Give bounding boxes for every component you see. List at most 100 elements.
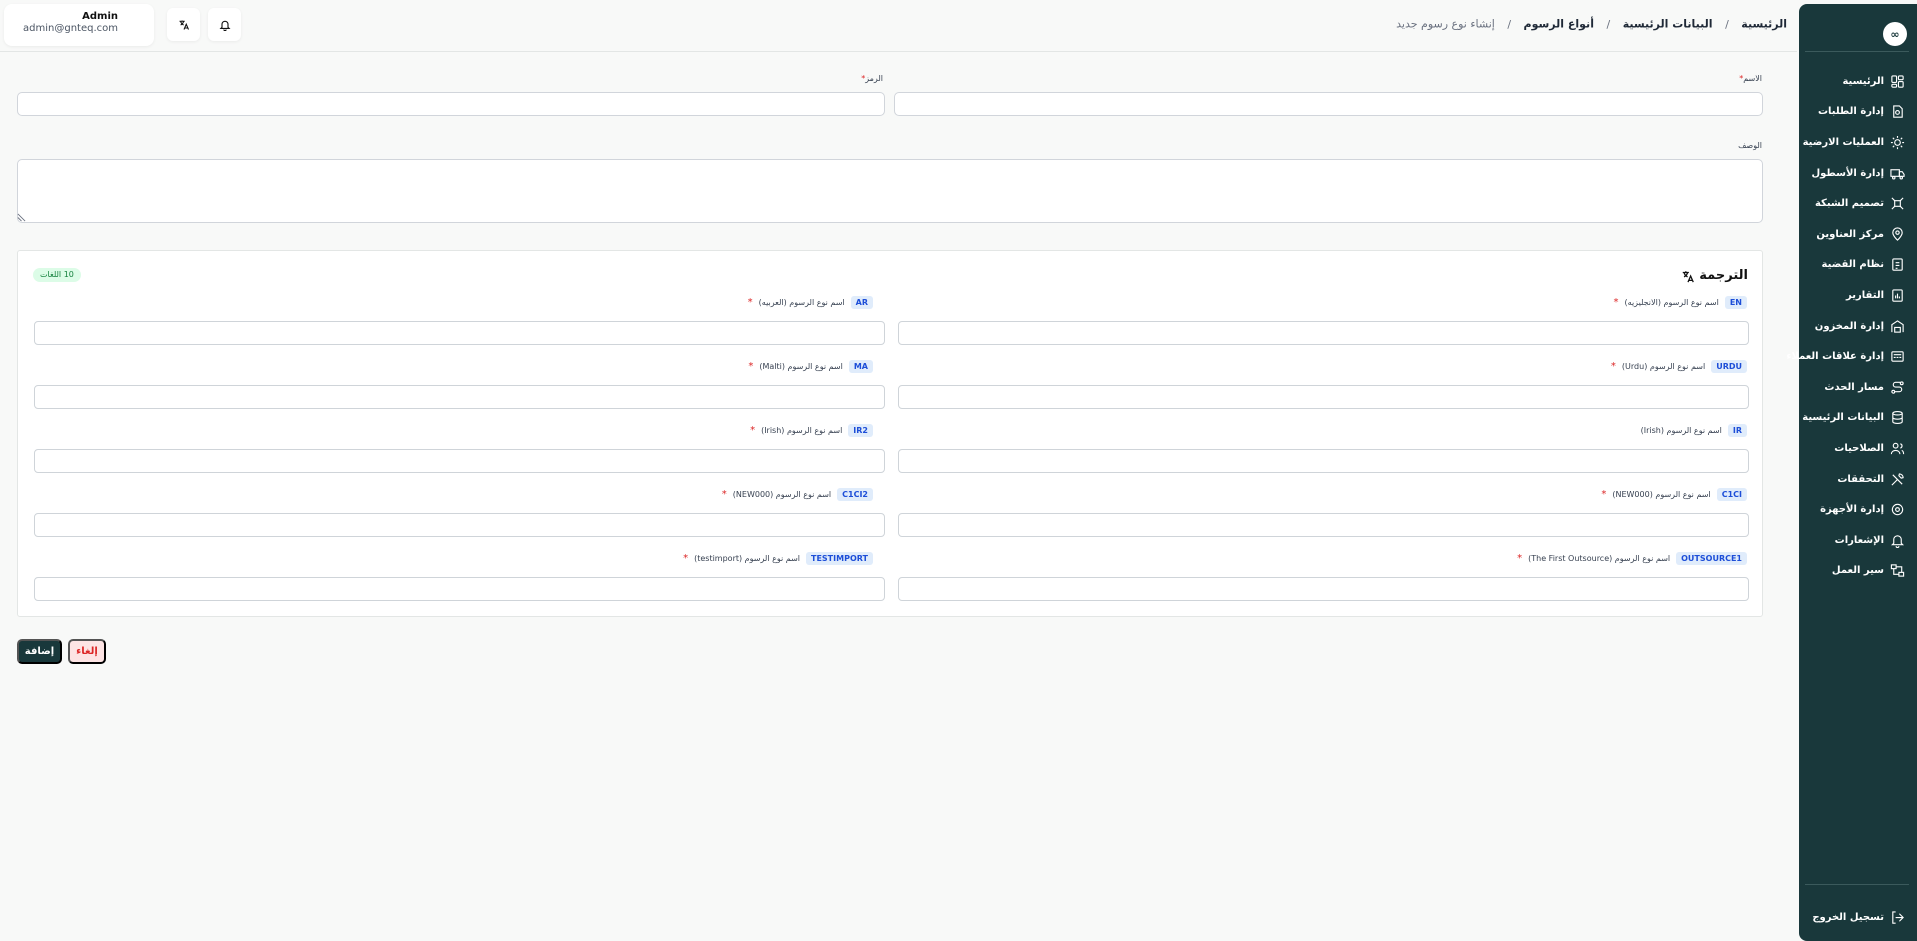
bell-icon — [219, 20, 230, 31]
breadcrumb-fee-types[interactable]: أنواع الرسوم — [1524, 18, 1594, 31]
sidebar-item-address-center[interactable]: مركز العناوين — [1799, 219, 1917, 250]
translation-input-en[interactable] — [898, 321, 1749, 345]
language-button[interactable] — [167, 8, 200, 41]
languages-count-badge: 10 اللغات — [33, 268, 81, 282]
add-button[interactable]: إضافة — [17, 639, 62, 664]
sidebar-item-label: العمليات الارضية — [1802, 136, 1884, 148]
sidebar-item-event-route[interactable]: مسار الحدث — [1799, 372, 1917, 403]
logout-icon — [1892, 911, 1904, 924]
ground-operations-icon — [1890, 135, 1905, 150]
sidebar-item-case-system[interactable]: نظام القضية — [1799, 250, 1917, 281]
orders-icon — [1893, 105, 1903, 119]
database-icon — [1892, 411, 1903, 425]
required-asterisk: * — [721, 489, 727, 500]
resize-handle-icon[interactable] — [17, 213, 26, 222]
sidebar-item-label: إدارة المخزون — [1814, 320, 1884, 332]
language-code-chip: MA — [848, 360, 873, 373]
translation-label-en: EN اسم نوع الرسوم (الانجليزيه) * — [1614, 296, 1747, 309]
translation-input-testimport[interactable] — [34, 577, 885, 601]
route-icon — [1891, 381, 1904, 394]
app-logo[interactable]: ∞ — [1883, 22, 1907, 46]
required-asterisk: * — [748, 361, 754, 372]
sidebar-item-inventory[interactable]: إدارة المخزون — [1799, 311, 1917, 342]
sidebar-item-label: الصلاحيات — [1834, 442, 1884, 454]
map-pin-icon — [1892, 227, 1903, 241]
description-textarea[interactable] — [17, 159, 1763, 223]
translation-input-ar[interactable] — [34, 321, 885, 345]
breadcrumb: الرئيسية / البيانات الرئيسية / أنواع الر… — [1396, 17, 1787, 31]
sidebar-item-label: مسار الحدث — [1824, 381, 1884, 393]
sidebar-item-label: الإشعارات — [1834, 534, 1884, 546]
translation-input-urdu[interactable] — [898, 385, 1749, 409]
sidebar-item-crm[interactable]: إدارة علاقات العملاء — [1786, 341, 1917, 372]
sidebar-item-label: البيانات الرئيسية — [1802, 412, 1884, 424]
sidebar-divider — [1805, 884, 1909, 885]
translation-input-ma[interactable] — [34, 385, 885, 409]
breadcrumb-separator: / — [1606, 17, 1611, 31]
logout-button[interactable]: تسجيل الخروج — [1799, 902, 1917, 933]
user-name: Admin — [82, 11, 118, 22]
sidebar-item-permissions[interactable]: الصلاحيات — [1799, 433, 1917, 464]
sidebar-item-label: الرئيسية — [1842, 75, 1884, 87]
sidebar-item-ground-operations[interactable]: العمليات الارضية — [1799, 127, 1917, 158]
sidebar-item-home[interactable]: الرئيسية — [1799, 66, 1917, 97]
device-icon — [1891, 503, 1904, 516]
sidebar-item-reports[interactable]: التقارير — [1799, 280, 1917, 311]
sidebar-item-validations[interactable]: التحققات — [1799, 464, 1917, 495]
truck-icon — [1890, 168, 1905, 180]
name-label: الاسم* — [1739, 74, 1762, 83]
sidebar-item-fleet[interactable]: إدارة الأسطول — [1799, 158, 1917, 189]
translation-label-outsource1: OUTSOURCE1 اسم نوع الرسوم (The First Out… — [1517, 552, 1747, 565]
name-input[interactable] — [894, 92, 1763, 116]
notifications-button[interactable] — [208, 8, 241, 41]
required-asterisk: * — [747, 297, 753, 308]
sidebar-item-notifications[interactable]: الإشعارات — [1799, 525, 1917, 556]
language-code-chip: AR — [850, 296, 873, 309]
sidebar-item-label: إدارة الأسطول — [1811, 167, 1884, 179]
warehouse-icon — [1891, 319, 1904, 333]
bell-icon — [1890, 534, 1905, 548]
sidebar-item-label: التقارير — [1846, 289, 1884, 301]
user-card[interactable]: Admin admin@gnteq.com — [4, 4, 154, 46]
breadcrumb-master-data[interactable]: البيانات الرئيسية — [1623, 18, 1713, 31]
translation-label-urdu: URDU اسم نوع الرسوم (Urdu) * — [1611, 360, 1747, 373]
layout-dashboard-icon — [1891, 75, 1904, 88]
translation-field-label: اسم نوع الرسوم (العربيه) — [758, 298, 845, 307]
breadcrumb-separator: / — [1507, 17, 1512, 31]
workflow-icon — [1890, 564, 1905, 577]
sidebar-item-label: إدارة الطلبات — [1817, 106, 1884, 118]
translation-label-c1ci: C1CI اسم نوع الرسوم (NEW000) * — [1601, 488, 1747, 501]
translation-input-ir[interactable] — [898, 449, 1749, 473]
sidebar-item-orders[interactable]: إدارة الطلبات — [1799, 97, 1917, 128]
language-code-chip: C1CI — [1716, 488, 1747, 501]
code-input[interactable] — [17, 92, 885, 116]
language-code-chip: IR2 — [848, 424, 873, 437]
sidebar-item-workflow[interactable]: سير العمل — [1799, 556, 1917, 587]
translate-sparkle-icon — [1683, 270, 1695, 282]
translation-label-c1ci2: C1CI2 اسم نوع الرسوم (NEW000) * — [722, 488, 873, 501]
sidebar-menu: الرئيسية إدارة الطلبات العمليات الارضية … — [1786, 66, 1917, 587]
translation-field-label: اسم نوع الرسوم (Irish) — [1640, 426, 1722, 435]
translation-input-ir2[interactable] — [34, 449, 885, 473]
translation-field-label: اسم نوع الرسوم (Malti) — [759, 362, 843, 371]
sidebar-item-device-management[interactable]: إدارة الأجهزة — [1799, 494, 1917, 525]
network-icon — [1891, 197, 1904, 210]
sidebar-item-master-data[interactable]: البيانات الرئيسية — [1799, 403, 1917, 434]
translation-input-c1ci[interactable] — [898, 513, 1749, 537]
sidebar-item-label: مركز العناوين — [1816, 228, 1884, 240]
translation-label-ir: IR اسم نوع الرسوم (Irish) — [1641, 424, 1747, 437]
sidebar-item-label: نظام القضية — [1821, 259, 1884, 271]
translation-label-ma: MA اسم نوع الرسوم (Malti) * — [748, 360, 873, 373]
translation-label-ir2: IR2 اسم نوع الرسوم (Irish) * — [750, 424, 873, 437]
breadcrumb-home[interactable]: الرئيسية — [1741, 18, 1787, 31]
sidebar-item-label: تصميم الشبكة — [1814, 198, 1884, 210]
language-code-chip: URDU — [1711, 360, 1747, 373]
report-icon — [1892, 289, 1903, 302]
translate-icon — [179, 20, 189, 30]
required-asterisk: * — [1601, 489, 1607, 500]
cancel-button[interactable]: إلغاء — [68, 639, 106, 664]
logout-label: تسجيل الخروج — [1812, 911, 1884, 923]
sidebar-item-network-design[interactable]: تصميم الشبكة — [1799, 188, 1917, 219]
translation-input-c1ci2[interactable] — [34, 513, 885, 537]
translation-input-outsource1[interactable] — [898, 577, 1749, 601]
